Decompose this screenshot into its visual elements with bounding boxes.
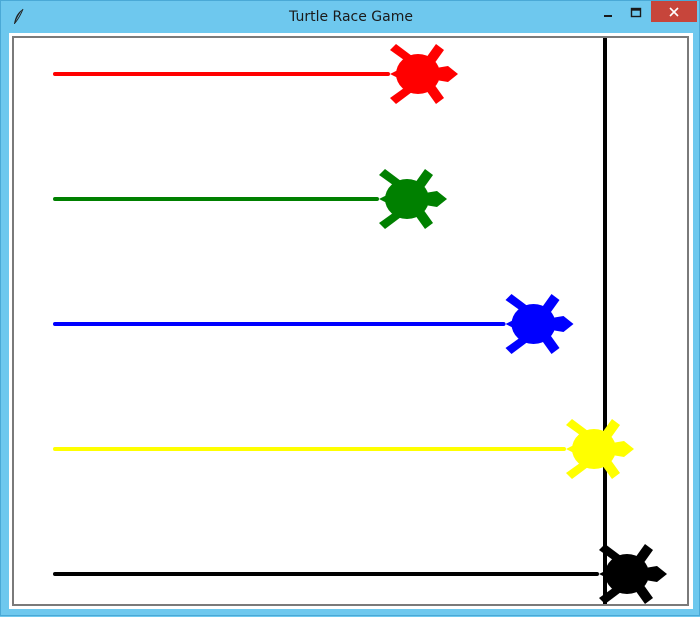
race-canvas xyxy=(53,38,667,604)
red-turtle-icon xyxy=(390,44,458,104)
blue-turtle-icon xyxy=(505,294,574,354)
green-turtle-icon xyxy=(379,169,447,229)
black-turtle-icon xyxy=(599,544,667,604)
app-window: Turtle Race Game xyxy=(0,0,700,616)
yellow-turtle-icon xyxy=(566,419,634,479)
